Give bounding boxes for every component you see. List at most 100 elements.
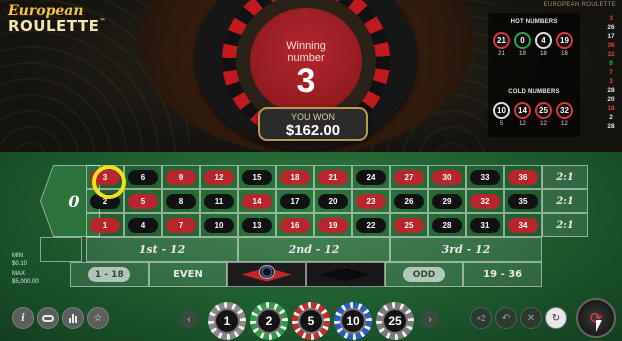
history-item: 26 (607, 24, 615, 31)
bet-number[interactable]: 34 (504, 213, 542, 237)
column-label: 2:1 (556, 219, 574, 231)
statistics-panel[interactable]: HOT NUMBERS 21 21 0 19 4 18 19 18 COLD NUMBERS … (488, 13, 580, 137)
favourite-bets-button[interactable]: ☆ (87, 307, 109, 329)
undo-icon: ↶ (501, 312, 511, 324)
history-item: 2 (609, 114, 613, 121)
bet-number[interactable]: 17 (276, 189, 314, 213)
star-icon: ☆ (93, 312, 103, 324)
chip-value: 5 (298, 308, 324, 334)
bet-high-label: 19 - 36 (483, 269, 523, 280)
bet-number[interactable]: 25 (390, 213, 428, 237)
bet-black[interactable] (306, 262, 385, 287)
win-amount-banner: YOU WON $162.00 (258, 107, 368, 141)
table-limits: MIN $0.10 MAX $5,000.00 (12, 253, 39, 286)
winning-number-panel: Winning number 3 (250, 8, 362, 114)
bet-number[interactable]: 29 (428, 189, 466, 213)
number-label: 24 (356, 169, 386, 185)
chip-2[interactable]: 2 (250, 302, 288, 340)
bet-number[interactable]: 4 (124, 213, 162, 237)
bet-number[interactable]: 9 (162, 165, 200, 189)
number-label: 10 (204, 217, 234, 233)
clear-bets-button[interactable]: ✕ (520, 307, 542, 329)
chip-1[interactable]: 1 (208, 302, 246, 340)
min-value: $0.10 (12, 260, 28, 267)
bet-number[interactable]: 11 (200, 189, 238, 213)
bet-even[interactable]: EVEN (148, 262, 228, 287)
bet-number[interactable]: 21 (314, 165, 352, 189)
info-icon: i (21, 312, 25, 324)
bet-number[interactable]: 31 (466, 213, 504, 237)
bet-number[interactable]: 24 (352, 165, 390, 189)
bet-number[interactable]: 27 (390, 165, 428, 189)
bet-dozen[interactable]: 3rd - 12 (390, 237, 542, 262)
cold-numbers-count: 5 (499, 121, 504, 127)
bet-number[interactable]: 16 (276, 213, 314, 237)
chip-25[interactable]: 25 (376, 302, 414, 340)
number-label: 6 (128, 169, 158, 185)
close-icon: ✕ (526, 312, 536, 324)
bet-number[interactable]: 26 (390, 189, 428, 213)
info-button[interactable]: i (12, 307, 34, 329)
hot-numbers-ball: 4 (535, 32, 552, 49)
bet-dozen[interactable]: 2nd - 12 (238, 237, 390, 262)
placed-chip[interactable] (259, 265, 275, 279)
hot-numbers-count: 19 (519, 51, 526, 57)
chip-5[interactable]: 5 (292, 302, 330, 340)
bet-number[interactable]: 19 (314, 213, 352, 237)
bet-odd[interactable]: ODD (384, 262, 464, 287)
double-bet-button[interactable]: ×2 (470, 307, 492, 329)
max-value: $5,000.00 (12, 278, 39, 285)
bet-number[interactable]: 36 (504, 165, 542, 189)
statistics-button[interactable] (62, 307, 84, 329)
bet-number[interactable]: 1 (86, 213, 124, 237)
bet-number[interactable]: 6 (124, 165, 162, 189)
bet-number[interactable]: 15 (238, 165, 276, 189)
spin-button[interactable]: ⟳ (576, 298, 616, 338)
bet-dozen[interactable]: 1st - 12 (86, 237, 238, 262)
bet-number[interactable]: 35 (504, 189, 542, 213)
bet-number[interactable]: 33 (466, 165, 504, 189)
chips-prev-button[interactable]: ‹ (180, 310, 198, 328)
racetrack-button[interactable] (37, 307, 59, 329)
cold-numbers-count: 12 (540, 121, 547, 127)
bet-column[interactable]: 2:1 (542, 165, 588, 189)
chips-next-button[interactable]: › (421, 310, 439, 328)
bet-column[interactable]: 2:1 (542, 213, 588, 237)
bet-number[interactable]: 18 (276, 165, 314, 189)
bet-column[interactable]: 2:1 (542, 189, 588, 213)
number-label: 34 (508, 217, 538, 233)
history-item: 28 (607, 87, 615, 94)
bet-number[interactable]: 14 (238, 189, 276, 213)
history-item: 36 (607, 42, 615, 49)
undo-button[interactable]: ↶ (495, 307, 517, 329)
chip-10[interactable]: 10 (334, 302, 372, 340)
game-logo: European ROULETTE™ (8, 4, 106, 34)
hot-numbers-ball: 0 (514, 32, 531, 49)
bet-number[interactable]: 28 (428, 213, 466, 237)
bet-odd-label: ODD (402, 267, 445, 282)
bet-number[interactable]: 13 (238, 213, 276, 237)
number-label: 35 (508, 193, 538, 209)
bet-number[interactable]: 12 (200, 165, 238, 189)
chip-value: 1 (214, 308, 240, 334)
bet-number[interactable]: 10 (200, 213, 238, 237)
logo-line-2: ROULETTE™ (8, 19, 106, 34)
bet-number[interactable]: 32 (466, 189, 504, 213)
column-label: 2:1 (556, 195, 574, 207)
bet-number[interactable]: 23 (352, 189, 390, 213)
chip-value: 2 (256, 308, 282, 334)
bet-low[interactable]: 1 - 18 (70, 262, 149, 287)
logo-line-1: European (8, 3, 84, 19)
bet-high[interactable]: 19 - 36 (463, 262, 542, 287)
bet-number[interactable]: 30 (428, 165, 466, 189)
bet-number[interactable]: 7 (162, 213, 200, 237)
bet-number[interactable]: 8 (162, 189, 200, 213)
column-label: 2:1 (556, 171, 574, 183)
history-item: 20 (607, 96, 615, 103)
rebet-button[interactable]: ↻ (545, 307, 567, 329)
bet-number[interactable]: 5 (124, 189, 162, 213)
logo-line-2-text: ROULETTE (8, 17, 100, 35)
bet-number[interactable]: 22 (352, 213, 390, 237)
wheel-scene: European ROULETTE™ EUROPEAN ROULETTE Win… (0, 0, 622, 155)
bet-number[interactable]: 20 (314, 189, 352, 213)
